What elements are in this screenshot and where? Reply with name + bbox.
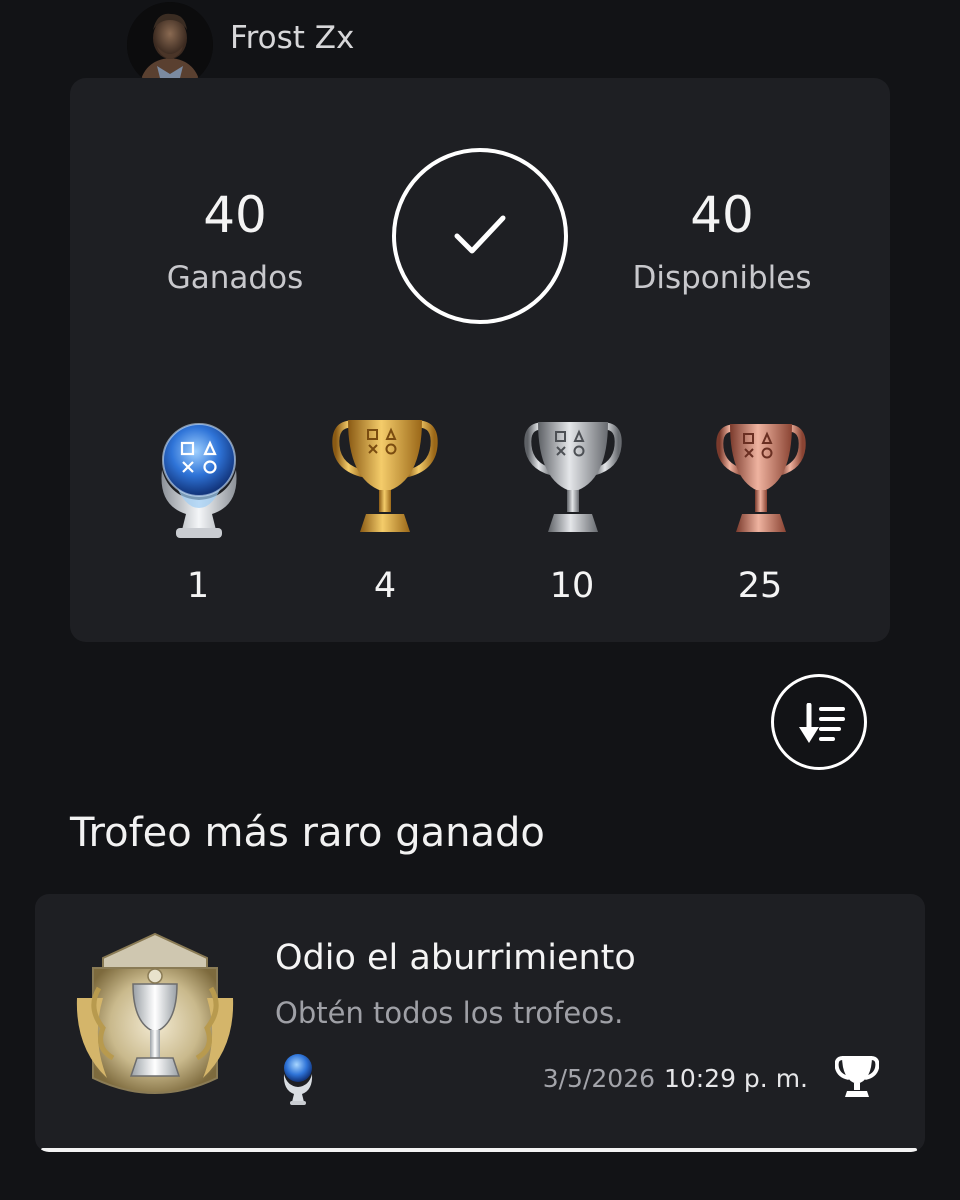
earned-time: 10:29 p. m.	[663, 1064, 808, 1093]
trophy-cup-icon[interactable]	[835, 1054, 879, 1098]
rarest-trophy-card[interactable]: Odio el aburrimiento Obtén todos los tro…	[35, 894, 925, 1152]
silver-trophy-icon	[524, 422, 622, 532]
section-title: Trofeo más raro ganado	[70, 810, 545, 856]
available-label: Disponibles	[632, 260, 812, 296]
bronze-trophy-icon	[716, 424, 806, 532]
trophy-name: Odio el aburrimiento	[275, 938, 636, 978]
platinum-count: 1	[186, 566, 210, 606]
earned-count: 40	[203, 186, 267, 244]
platinum-trophy-icon	[283, 1054, 313, 1105]
platinum-trophy-icon	[161, 423, 237, 538]
available-count: 40	[690, 186, 754, 244]
trophy-description: Obtén todos los trofeos.	[275, 996, 624, 1030]
sort-descending-icon	[799, 703, 845, 743]
trophy-summary-card: 40 Ganados 40 Disponibles 1 4 10 25	[70, 78, 890, 642]
card-underline	[41, 1148, 917, 1152]
gold-trophy-icon	[332, 420, 438, 532]
completion-badge	[392, 148, 568, 324]
trophy-artwork	[76, 932, 234, 1094]
gold-count: 4	[373, 566, 397, 606]
earned-label: Ganados	[166, 260, 304, 296]
silver-count: 10	[549, 566, 595, 606]
earned-date: 3/5/2026	[542, 1064, 655, 1093]
check-icon	[454, 215, 506, 254]
sort-button[interactable]	[771, 674, 867, 770]
username[interactable]: Frost Zx	[230, 20, 354, 56]
bronze-count: 25	[737, 566, 783, 606]
avatar[interactable]	[127, 2, 213, 88]
